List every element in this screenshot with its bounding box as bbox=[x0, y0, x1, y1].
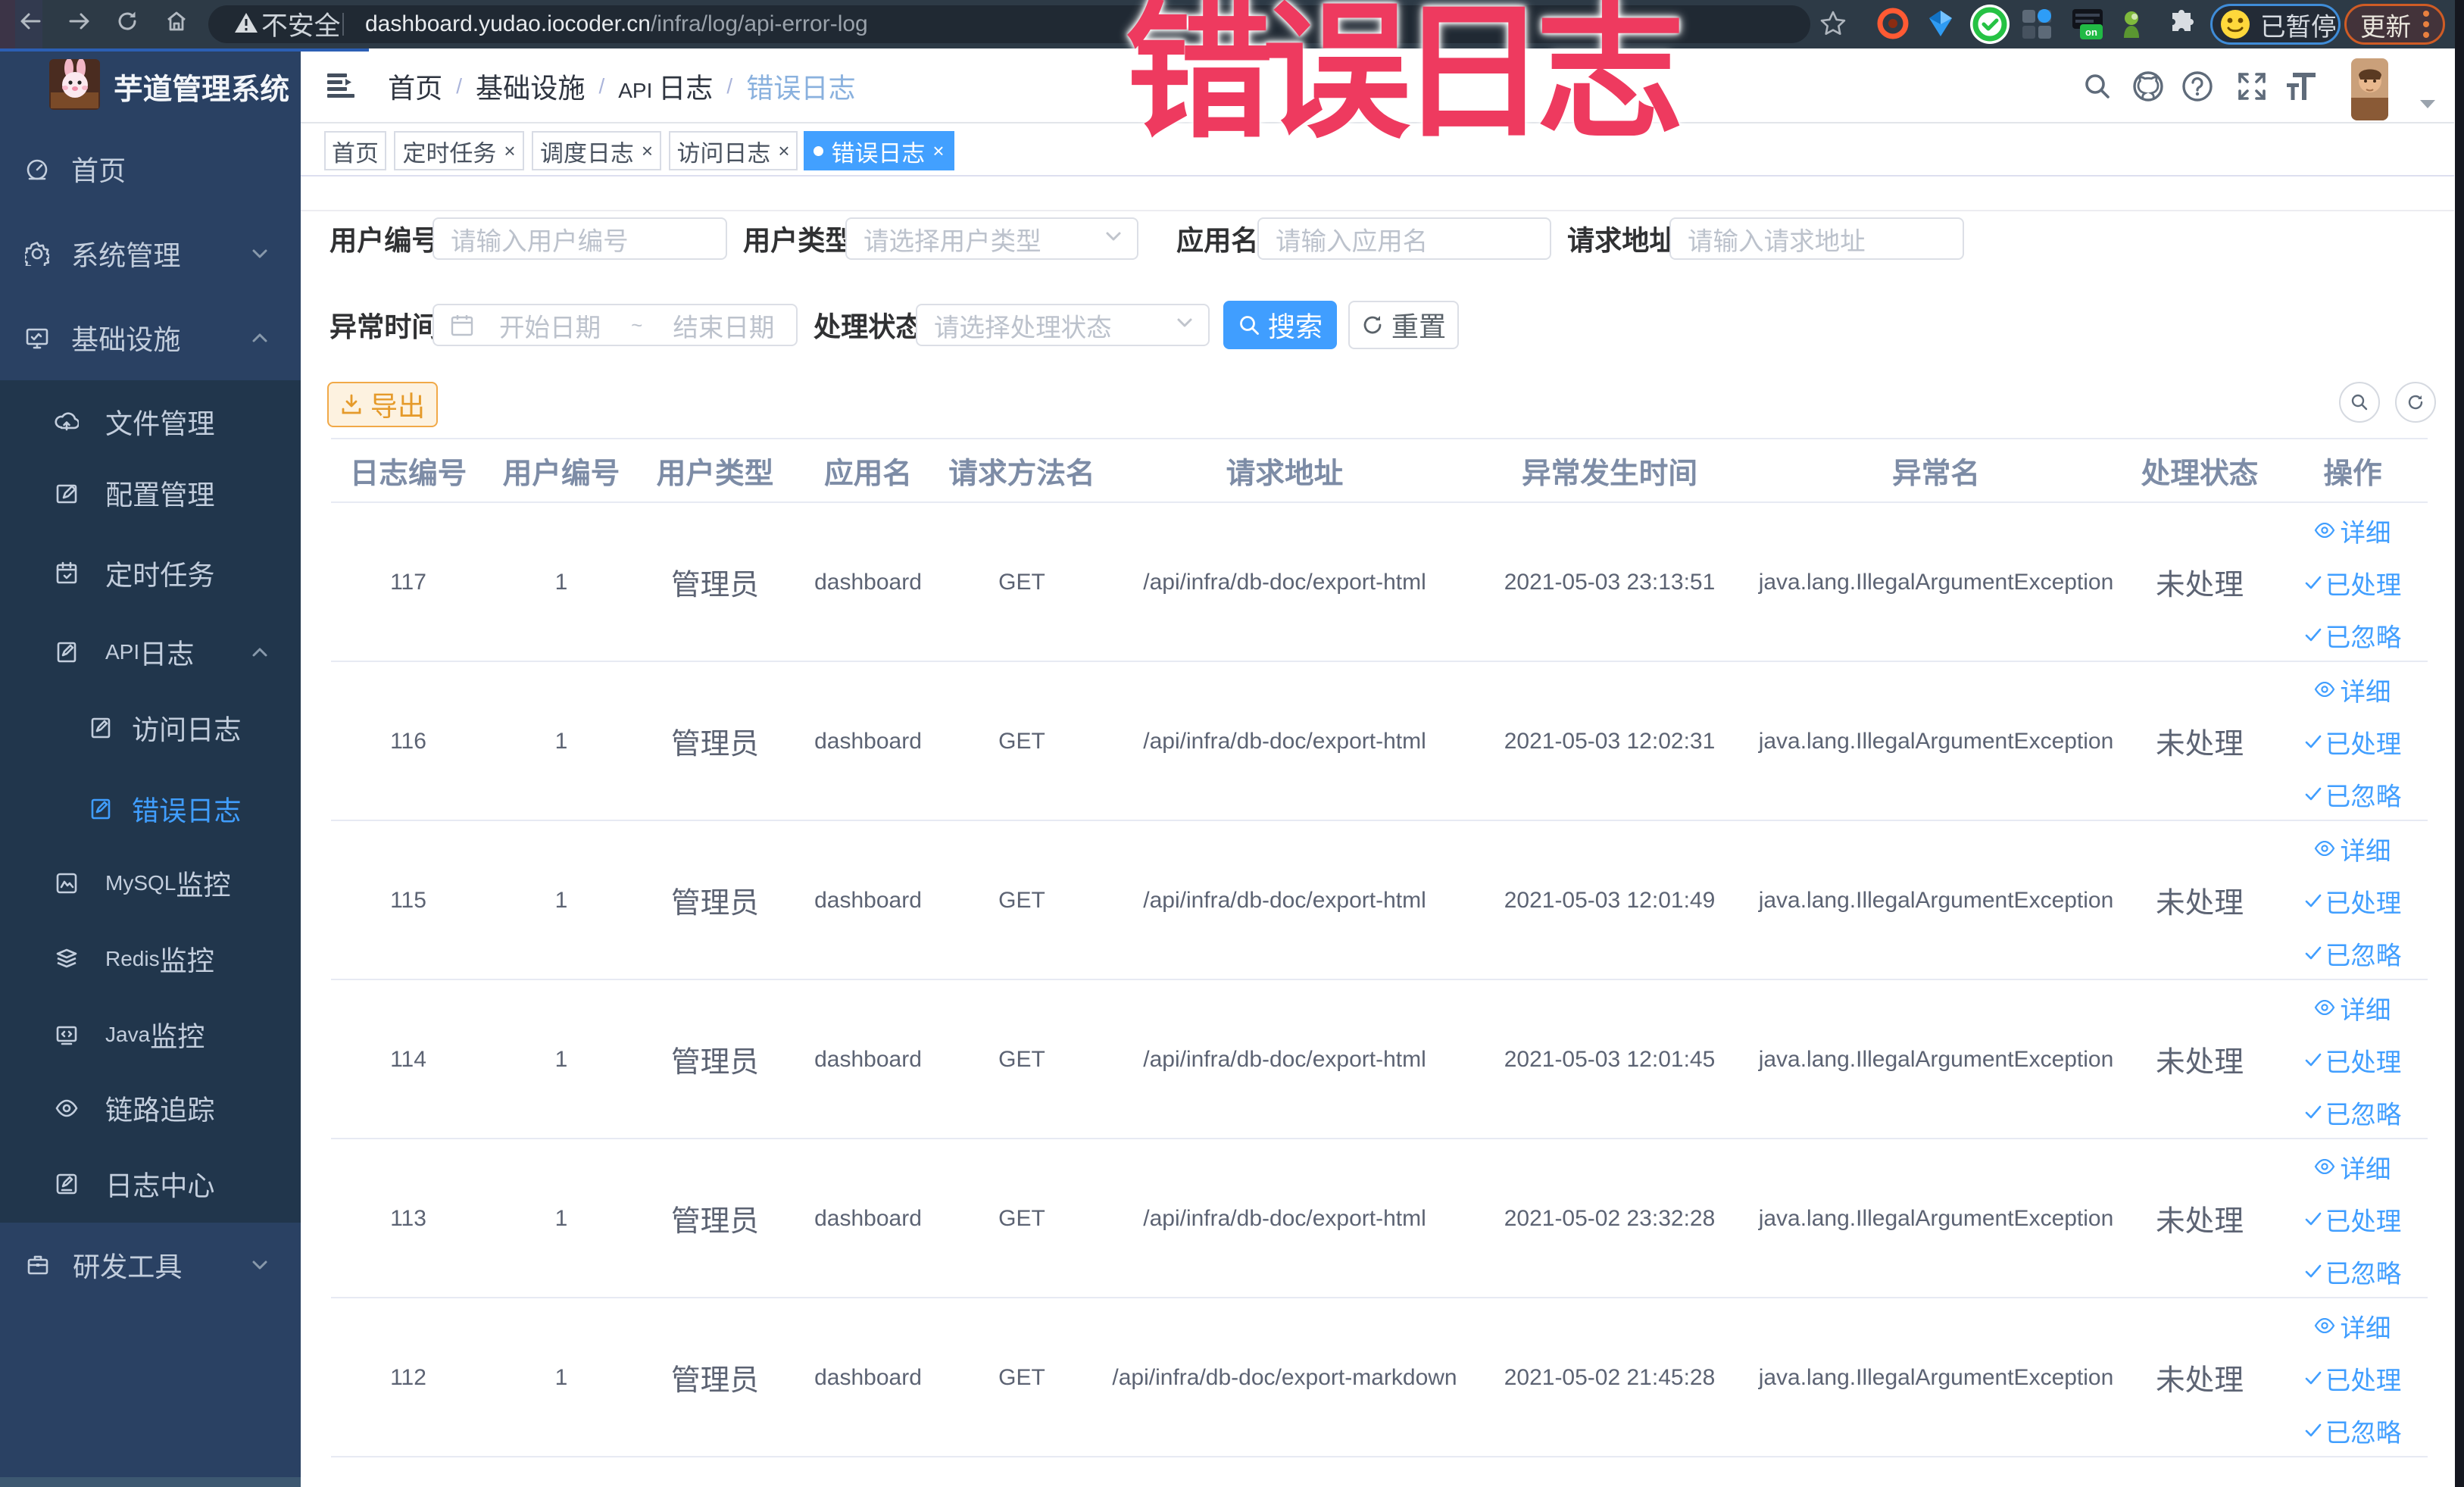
svg-text:on: on bbox=[2085, 27, 2097, 38]
